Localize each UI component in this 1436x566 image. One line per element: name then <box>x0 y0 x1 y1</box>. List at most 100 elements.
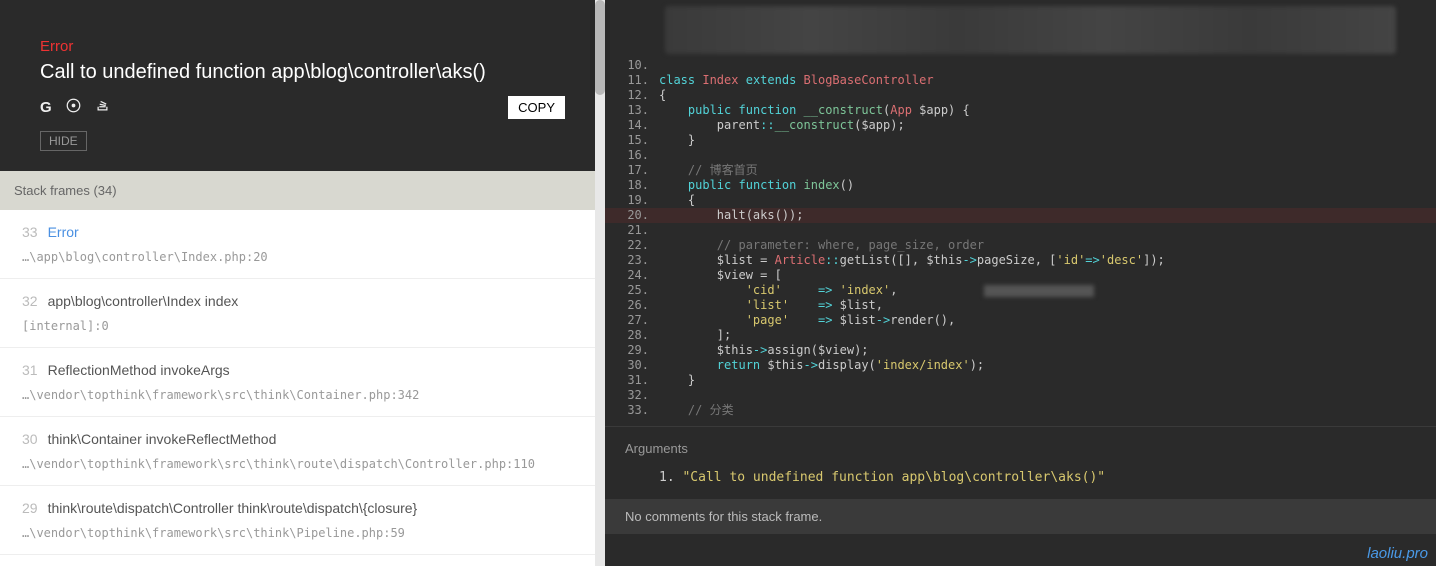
left-panel: Error Call to undefined function app\blo… <box>0 0 605 566</box>
line-number: 27 <box>605 313 659 328</box>
code-line: 26 'list' => $list, <box>605 298 1436 313</box>
line-number: 16 <box>605 148 659 163</box>
code-line: 24 $view = [ <box>605 268 1436 283</box>
code-content: 'list' => $list, <box>659 298 883 313</box>
line-number: 18 <box>605 178 659 193</box>
google-icon[interactable]: G <box>40 99 52 116</box>
duckduckgo-icon[interactable] <box>66 98 81 117</box>
scrollbar[interactable] <box>595 0 605 566</box>
copy-button[interactable]: COPY <box>508 96 565 119</box>
code-line: 32 <box>605 388 1436 403</box>
line-number: 26 <box>605 298 659 313</box>
code-line: 31 } <box>605 373 1436 388</box>
code-content: // parameter: where, page_size, order <box>659 238 984 253</box>
line-number: 24 <box>605 268 659 283</box>
code-line: 14 parent::__construct($app); <box>605 118 1436 133</box>
hide-button[interactable]: HIDE <box>40 131 87 151</box>
code-block: 1011class Index extends BlogBaseControll… <box>605 54 1436 418</box>
right-panel: 1011class Index extends BlogBaseControll… <box>605 0 1436 566</box>
code-line: 21 <box>605 223 1436 238</box>
code-content: public function index() <box>659 178 854 193</box>
arguments-header: Arguments <box>605 426 1436 468</box>
error-message: Call to undefined function app\blog\cont… <box>40 61 565 84</box>
error-header: Error Call to undefined function app\blo… <box>0 0 605 171</box>
line-number: 20 <box>605 208 659 223</box>
frame-path: …\vendor\topthink\framework\src\think\ro… <box>22 457 583 471</box>
code-line: 27 'page' => $list->render(), <box>605 313 1436 328</box>
stackoverflow-icon[interactable] <box>95 98 110 117</box>
frame-title: think\route\dispatch\Controller think\ro… <box>48 500 418 516</box>
frames-list: 33 Error …\app\blog\controller\Index.php:2… <box>0 210 605 566</box>
frame-number: 32 <box>22 293 38 309</box>
blurred-filepath <box>665 6 1396 54</box>
frame-path: [internal]:0 <box>22 319 583 333</box>
code-line: 33 // 分类 <box>605 403 1436 418</box>
line-number: 21 <box>605 223 659 238</box>
line-number: 14 <box>605 118 659 133</box>
code-content: $this->assign($view); <box>659 343 869 358</box>
code-line: 18 public function index() <box>605 178 1436 193</box>
stack-frame[interactable]: 32 app\blog\controller\Index index [intern… <box>0 279 605 348</box>
line-number: 25 <box>605 283 659 298</box>
code-content: $view = [ <box>659 268 782 283</box>
frame-number: 29 <box>22 500 38 516</box>
frame-path: …\vendor\topthink\framework\src\think\Pi… <box>22 526 583 540</box>
code-content: } <box>659 133 695 148</box>
stack-frame[interactable]: 33 Error …\app\blog\controller\Index.php:2… <box>0 210 605 279</box>
frame-title: Error <box>48 224 79 240</box>
frame-path: …\vendor\topthink\framework\src\think\Co… <box>22 388 583 402</box>
code-line: 22 // parameter: where, page_size, order <box>605 238 1436 253</box>
line-number: 28 <box>605 328 659 343</box>
code-line: 30 return $this->display('index/index'); <box>605 358 1436 373</box>
code-content: } <box>659 373 695 388</box>
code-line: 23 $list = Article::getList([], $this->p… <box>605 253 1436 268</box>
frames-header: Stack frames (34) <box>0 171 605 210</box>
code-line: 12{ <box>605 88 1436 103</box>
line-number: 11 <box>605 73 659 88</box>
stack-frame[interactable]: 29 think\route\dispatch\Controller think\… <box>0 486 605 555</box>
frame-number: 31 <box>22 362 38 378</box>
line-number: 10 <box>605 58 659 73</box>
code-content: ]; <box>659 328 731 343</box>
code-content: // 分类 <box>659 403 734 418</box>
code-content: return $this->display('index/index'); <box>659 358 984 373</box>
code-content: { <box>659 193 695 208</box>
code-content: class Index extends BlogBaseController <box>659 73 934 88</box>
line-number: 22 <box>605 238 659 253</box>
line-number: 32 <box>605 388 659 403</box>
code-content: parent::__construct($app); <box>659 118 905 133</box>
line-number: 31 <box>605 373 659 388</box>
frame-number: 33 <box>22 224 38 240</box>
code-content: { <box>659 88 666 103</box>
line-number: 12 <box>605 88 659 103</box>
code-line: 10 <box>605 58 1436 73</box>
line-number: 15 <box>605 133 659 148</box>
argument-item: 1. "Call to undefined function app\blog\… <box>659 470 1436 485</box>
line-number: 29 <box>605 343 659 358</box>
line-number: 33 <box>605 403 659 418</box>
frame-number: 30 <box>22 431 38 447</box>
code-line: 28 ]; <box>605 328 1436 343</box>
code-line: 13 public function __construct(App $app)… <box>605 103 1436 118</box>
frame-title: ReflectionMethod invokeArgs <box>48 362 230 378</box>
code-line: 15 } <box>605 133 1436 148</box>
code-content: $list = Article::getList([], $this->page… <box>659 253 1165 268</box>
code-line: 16 <box>605 148 1436 163</box>
scrollbar-thumb[interactable] <box>595 0 605 95</box>
line-number: 13 <box>605 103 659 118</box>
code-line: 11class Index extends BlogBaseController <box>605 73 1436 88</box>
code-content: public function __construct(App $app) { <box>659 103 970 118</box>
watermark: laoliu.pro <box>1367 545 1428 562</box>
code-line: 29 $this->assign($view); <box>605 343 1436 358</box>
stack-frame[interactable]: 30think\Container invokeReflectMethod…\v… <box>0 417 605 486</box>
code-line: 19 { <box>605 193 1436 208</box>
code-line: 20 halt(aks()); <box>605 208 1436 223</box>
frame-title: app\blog\controller\Index index <box>48 293 239 309</box>
stack-frame[interactable]: 31 ReflectionMethod invokeArgs …\vendor\to… <box>0 348 605 417</box>
comments-row: No comments for this stack frame. <box>605 499 1436 534</box>
code-line: 17 // 博客首页 <box>605 163 1436 178</box>
code-content: 'cid' => 'index', <box>659 283 1094 298</box>
frame-path: …\app\blog\controller\Index.php:20 <box>22 250 580 264</box>
code-line: 25 'cid' => 'index', <box>605 283 1436 298</box>
line-number: 23 <box>605 253 659 268</box>
